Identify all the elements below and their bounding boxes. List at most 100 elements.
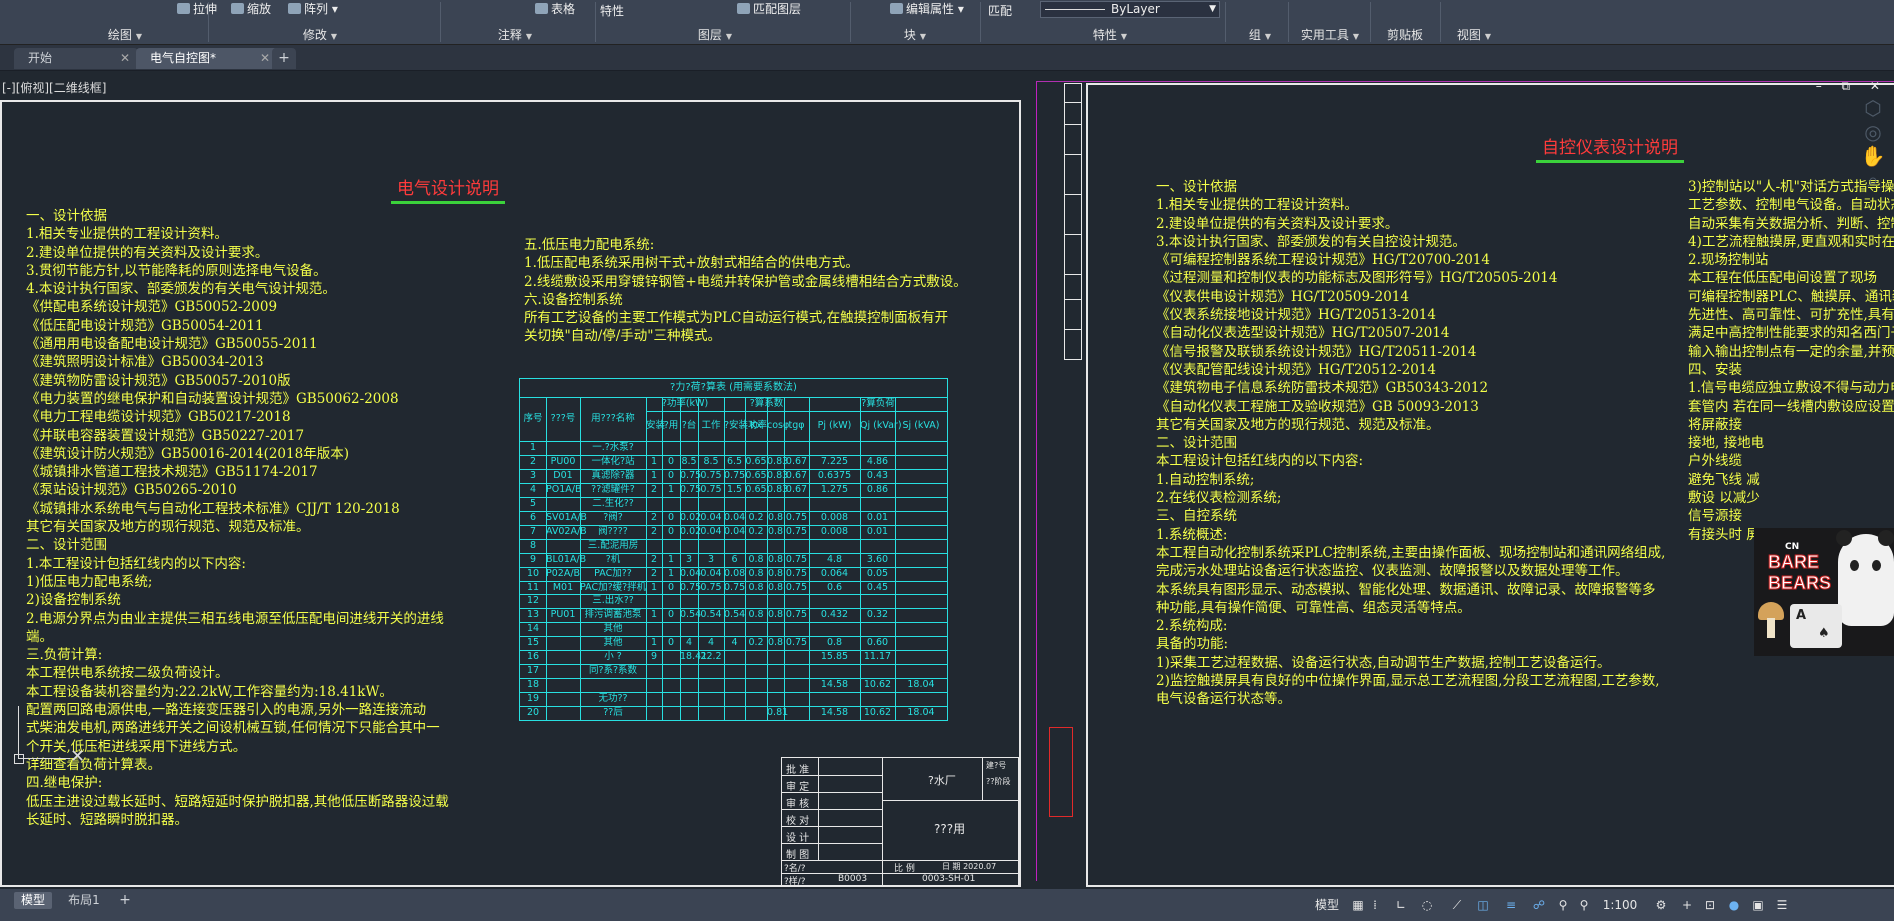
table-cell: 0.81: [767, 707, 789, 719]
isolate-objects-icon[interactable]: ⊡: [1700, 897, 1720, 914]
chevron-down-icon: ▼: [1484, 32, 1492, 41]
group-view[interactable]: 视图 ▼: [1444, 26, 1504, 44]
tab-model[interactable]: 模型: [14, 892, 52, 909]
add-icon[interactable]: +: [1678, 897, 1696, 914]
viewport-controls-label[interactable]: [-][俯视][二维线框]: [2, 79, 106, 96]
zoom-icon[interactable]: ⌕: [1855, 168, 1891, 192]
pan-icon[interactable]: ✋: [1855, 144, 1891, 168]
clean-screen-icon[interactable]: ▣: [1748, 897, 1768, 914]
table-header-cell: Kx: [750, 420, 762, 431]
chevron-down-icon: ▼: [1352, 32, 1360, 41]
title-block-label: 审 核: [786, 799, 810, 810]
electrical-note-line: 4.本设计执行国家、部委颁发的有关电气设计规范。: [26, 281, 336, 298]
model-space-button[interactable]: 模型: [1312, 897, 1342, 914]
group-layers[interactable]: 图层 ▼: [650, 26, 780, 44]
table-cell: 0.67: [785, 483, 808, 495]
table-header-cell: cosφ: [767, 420, 790, 431]
polar-tracking-icon[interactable]: ◌: [1416, 897, 1438, 914]
tab-start[interactable]: 开始 ✕: [14, 48, 138, 69]
linetype-select[interactable]: ByLayer ▼: [1040, 1, 1220, 18]
new-tab-button[interactable]: +: [272, 48, 296, 69]
navcube-icon[interactable]: ⬡: [1855, 96, 1891, 120]
close-icon[interactable]: ✕: [260, 48, 270, 69]
table-tool[interactable]: 表格: [535, 1, 575, 17]
stretch-icon: [177, 3, 190, 14]
table-cell: 0.8: [748, 581, 764, 593]
table-cell: 0.6: [826, 581, 843, 593]
table-cell: 7: [529, 525, 537, 537]
table-cell: 0.75: [700, 581, 722, 593]
electrical-note-line: 《并联电容器装置设计规范》GB50227-2017: [26, 427, 305, 444]
annotation-scale-select[interactable]: 1:100: [1598, 897, 1642, 914]
instrument-note-line: 其它有关国家及地方的现行规范、规范及标准。: [1156, 416, 1440, 433]
electrical-note-line: 配置两回路电源供电,一路连接变压器引入的电源,另外一路连接流动: [26, 702, 427, 719]
match-layer-icon: [737, 3, 750, 14]
table-cell: 9: [650, 651, 658, 663]
instrument-note-line: 将屏蔽接: [1688, 416, 1742, 433]
table-cell: 0.432: [820, 609, 849, 621]
table-cell: 0.6375: [817, 469, 852, 481]
object-snap-icon[interactable]: ◫: [1472, 897, 1494, 914]
table-cell: 小 ?: [604, 651, 622, 663]
table-cell: 0.008: [820, 511, 849, 523]
add-layout-button[interactable]: +: [116, 892, 134, 909]
tab-layout1[interactable]: 布局1: [62, 892, 106, 909]
title-block-label: 制 图: [786, 850, 810, 861]
osnap-tracking-icon[interactable]: ⟋: [1446, 897, 1468, 914]
group-groups[interactable]: 组 ▼: [1230, 26, 1290, 44]
group-draw[interactable]: 绘图 ▼: [60, 26, 190, 44]
edit-attribute-tool[interactable]: 编辑属性 ▾: [890, 1, 964, 17]
match-layer-tool[interactable]: 匹配图层: [737, 1, 801, 17]
grid-icon[interactable]: ▦: [1348, 897, 1368, 914]
chevron-down-icon: ▼: [330, 32, 338, 41]
table-cell: 其他: [603, 623, 623, 635]
lineweight-icon[interactable]: ≡: [1500, 897, 1522, 914]
stretch-tool[interactable]: 拉伸: [177, 1, 217, 17]
table-cell: 0.04: [700, 511, 722, 523]
electrical-note-line: 本工程设备装机容量约为:22.2kW,工作容量约为:18.41kW。: [26, 683, 393, 700]
gear-icon[interactable]: ⚙: [1650, 897, 1672, 914]
table-cell: 18.04: [907, 707, 935, 719]
annotation-visibility-icon[interactable]: ⚲: [1552, 897, 1574, 914]
layer-properties-tool[interactable]: 特性: [600, 3, 624, 19]
table-cell: M01: [552, 581, 574, 593]
match-properties-tool[interactable]: 匹配: [988, 3, 1012, 19]
instrument-note-line: 自动采集有关数据分析、判断、控制: [1688, 215, 1894, 232]
group-block[interactable]: 块 ▼: [870, 26, 960, 44]
table-cell: 真滤除?器: [591, 469, 635, 481]
steering-wheel-icon[interactable]: ◎: [1855, 120, 1891, 144]
chevron-down-icon: ▼: [135, 32, 143, 41]
array-tool[interactable]: 阵列 ▾: [288, 1, 338, 17]
instrument-notes-column-2: 3)控制站以"人-机"对话方式指导操作 工艺参数、控制电气设备。自动状态 自动采集有…: [1688, 178, 1894, 544]
table-header-cell: Pj (kW): [817, 420, 852, 431]
table-cell: 一体化?站: [591, 455, 635, 467]
red-marker-rect: [1049, 727, 1073, 817]
auto-scale-icon[interactable]: ⚲: [1574, 897, 1594, 914]
group-modify[interactable]: 修改 ▼: [250, 26, 390, 44]
table-cell: 0.83: [767, 469, 789, 481]
ortho-icon[interactable]: ∟: [1390, 897, 1412, 914]
group-utilities[interactable]: 实用工具 ▼: [1292, 26, 1368, 44]
table-cell: 0.04: [724, 525, 746, 537]
title-block-label: 建?号: [986, 761, 1007, 770]
right-sheet-title: 自控仪表设计说明: [1536, 133, 1684, 163]
group-annotation[interactable]: 注释 ▼: [460, 26, 570, 44]
close-icon[interactable]: ✕: [120, 48, 130, 69]
table-cell: PU00: [550, 455, 576, 467]
hardware-acceleration-icon[interactable]: ●: [1724, 897, 1744, 914]
drawing-viewport[interactable]: [-][俯视][二维线框] – ⧉ ✕ 电气设计说明 一、设计依据 1.相关专业提…: [0, 71, 1894, 889]
instrument-note-line: 满足中高控制性能要求的知名西门子: [1688, 325, 1894, 342]
group-clipboard[interactable]: 剪贴板: [1374, 26, 1436, 44]
annotation-icon[interactable]: ☍: [1528, 897, 1550, 914]
table-cell: 0: [667, 455, 675, 467]
scale-tool[interactable]: 缩放: [231, 1, 271, 17]
snap-mode-icon[interactable]: ⁞: [1368, 897, 1382, 914]
tab-active-drawing[interactable]: 电气自控图* ✕: [136, 48, 278, 69]
view-navigation-bar[interactable]: ⬡ ◎ ✋ ⌕: [1855, 96, 1891, 206]
customization-menu-icon[interactable]: ☰: [1772, 897, 1792, 914]
table-cell: 1: [667, 567, 675, 579]
group-properties[interactable]: 特性 ▼: [1050, 26, 1170, 44]
table-cell: 0.67: [785, 469, 808, 481]
electrical-note-line: 式柴油发电机,两路进线开关之间设机械互锁,任何情况下只能合其中一: [26, 720, 440, 737]
chevron-down-icon: ▼: [1264, 32, 1272, 41]
